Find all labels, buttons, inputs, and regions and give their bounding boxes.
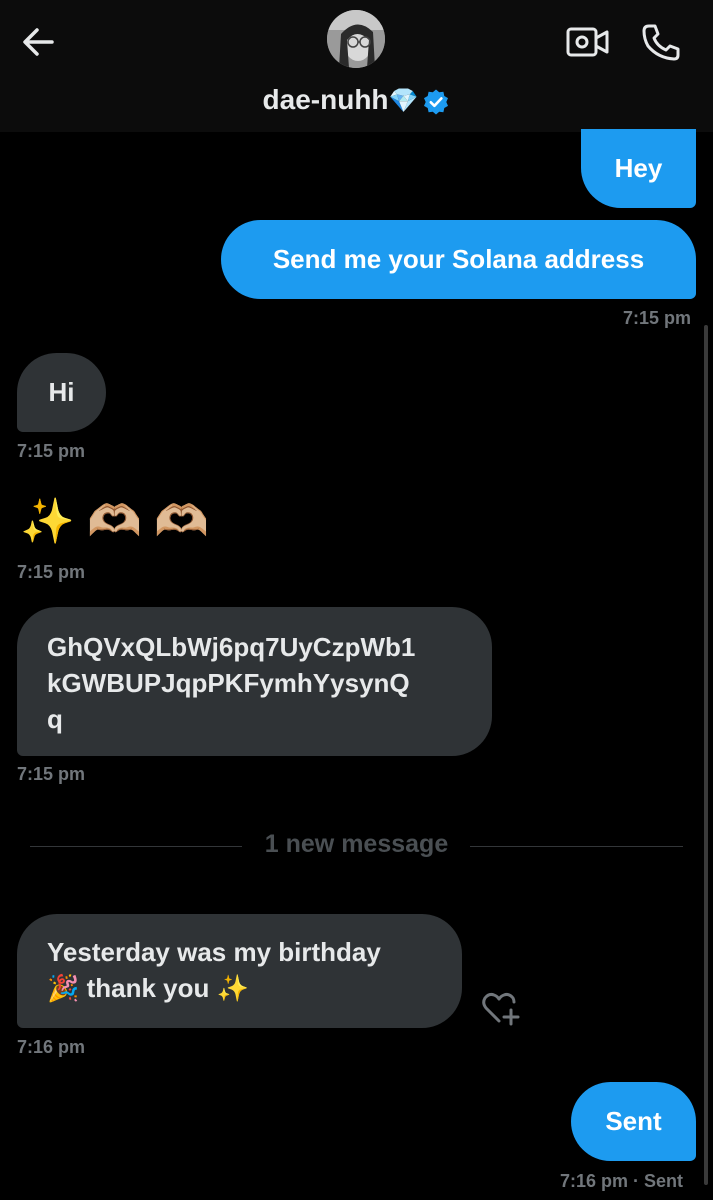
message-bubble-outgoing[interactable]: Send me your Solana address: [221, 220, 696, 299]
video-call-icon: [566, 27, 609, 57]
message-timestamp: 7:16 pm: [17, 1037, 86, 1057]
verified-badge-icon: [424, 89, 449, 115]
message-timestamp: 7:16 pm · Sent: [560, 1171, 684, 1191]
message-text: Send me your Solana address: [272, 244, 645, 274]
diamond-icon: 💎: [388, 87, 419, 115]
message-text-line: Yesterday was my birthday: [47, 937, 381, 967]
contact-name-row[interactable]: dae-nuhh💎: [0, 82, 713, 120]
avatar[interactable]: [327, 10, 385, 68]
message-bubble-outgoing[interactable]: Sent: [571, 1082, 696, 1161]
message-text-line: q: [47, 704, 63, 734]
avatar-photo: [327, 10, 385, 68]
scrollbar[interactable]: [704, 325, 708, 1185]
emoji-message[interactable]: ✨ 🫶🏼 🫶🏼: [20, 494, 209, 550]
message-timestamp: 7:15 pm: [17, 764, 86, 784]
message-text-line: GhQVxQLbWj6pq7UyCzpWb1: [47, 632, 416, 662]
back-button[interactable]: [18, 22, 58, 62]
message-bubble-incoming[interactable]: GhQVxQLbWj6pq7UyCzpWb1 kGWBUPJqpPKFymhYy…: [17, 607, 492, 756]
message-timestamp: 7:15 pm: [17, 441, 86, 461]
back-arrow-icon: [23, 28, 54, 56]
divider-line-right: [470, 846, 683, 847]
contact-name: dae-nuhh: [262, 84, 389, 115]
add-reaction-icon: [482, 992, 520, 1026]
call-button[interactable]: [640, 22, 682, 64]
new-message-divider: 1 new message: [264, 830, 449, 858]
message-bubble-outgoing[interactable]: Hey: [581, 129, 696, 208]
message-bubble-incoming[interactable]: Hi: [17, 353, 106, 432]
video-call-button[interactable]: [566, 24, 610, 60]
message-text: Hey: [614, 153, 663, 183]
add-reaction-button[interactable]: [481, 990, 521, 1026]
message-text-line: kGWBUPJqpPKFymhYysynQ: [47, 668, 410, 698]
message-timestamp: 7:15 pm: [623, 308, 692, 328]
conversation-header: dae-nuhh💎: [0, 0, 713, 132]
message-bubble-incoming[interactable]: Yesterday was my birthday 🎉 thank you ✨: [17, 914, 462, 1028]
message-text: Hi: [48, 377, 75, 407]
message-text-line: 🎉 thank you ✨: [47, 973, 249, 1003]
message-text: Sent: [605, 1106, 662, 1136]
message-timestamp: 7:15 pm: [17, 562, 86, 582]
phone-icon: [642, 24, 680, 61]
